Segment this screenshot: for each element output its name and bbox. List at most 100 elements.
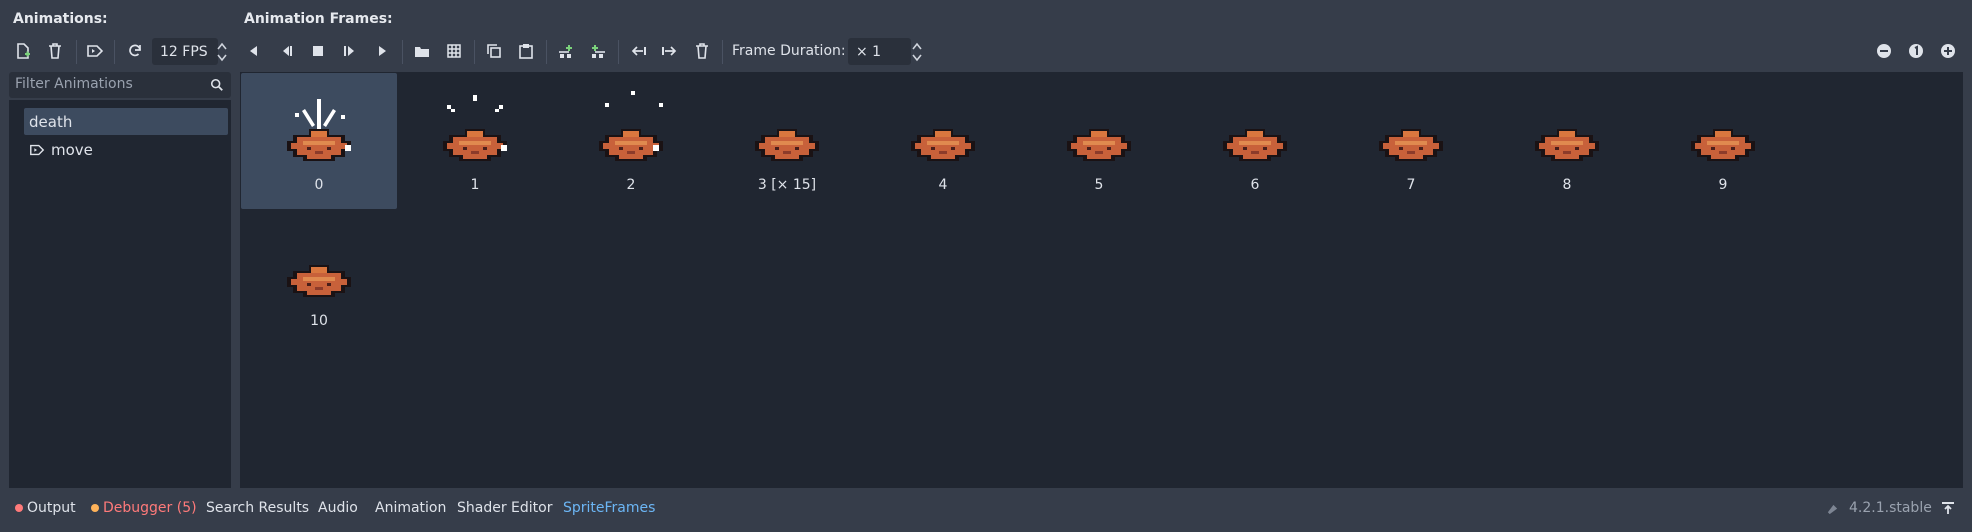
loop-icon	[129, 44, 141, 57]
fps-stepper-arrows[interactable]	[216, 40, 228, 64]
play-icon	[379, 46, 386, 56]
play-backwards-from-end-button[interactable]	[273, 38, 299, 64]
frame-sprite	[287, 99, 351, 161]
load-frames-button[interactable]	[409, 38, 435, 64]
play-from-start-icon	[344, 46, 354, 56]
animation-item-label: death	[29, 112, 73, 131]
frame-1[interactable]: 1	[397, 73, 553, 209]
folder-icon	[415, 47, 429, 57]
frame-sprite	[1691, 129, 1755, 161]
play-from-start-button[interactable]	[337, 38, 363, 64]
zoom-reset-icon	[1909, 44, 1923, 58]
filter-animations-input[interactable]	[9, 72, 211, 96]
frame-sprite	[443, 95, 507, 161]
frame-sprite	[287, 265, 351, 297]
arrow-left-icon	[631, 46, 646, 56]
tag-play-icon	[87, 45, 104, 57]
frame-5[interactable]: 5	[1021, 73, 1177, 209]
copy-icon	[487, 44, 501, 58]
frame-6[interactable]: 6	[1177, 73, 1333, 209]
animation-frames-title: Animation Frames:	[244, 11, 393, 27]
frame-label: 8	[1562, 177, 1572, 193]
play-button[interactable]	[369, 38, 395, 64]
autoplay-button[interactable]	[82, 38, 108, 64]
insert-after-button[interactable]	[585, 38, 611, 64]
new-file-icon	[17, 43, 30, 59]
frame-sprite	[1223, 129, 1287, 161]
frame-label: 4	[938, 177, 948, 193]
autoplay-tag-icon	[30, 144, 45, 155]
tab-animation[interactable]: Animation	[375, 500, 446, 516]
frame-4[interactable]: 4	[865, 73, 1021, 209]
frame-duration-label: Frame Duration:	[732, 43, 846, 59]
updown-arrows-icon	[912, 42, 922, 62]
tab-output-label: Output	[27, 500, 76, 516]
expand-panel-icon	[1942, 502, 1954, 514]
frame-sprite	[1067, 129, 1131, 161]
frame-duration-spinbox[interactable]: × 1	[848, 38, 911, 65]
delete-frame-button[interactable]	[689, 38, 715, 64]
stop-icon	[313, 46, 323, 56]
frame-sprite	[755, 129, 819, 161]
tab-debugger[interactable]: Debugger (5)	[91, 500, 197, 516]
frame-sprite	[1379, 129, 1443, 161]
zoom-out-icon	[1877, 44, 1891, 58]
animations-title: Animations:	[13, 11, 108, 27]
tab-audio[interactable]: Audio	[318, 500, 358, 516]
zoom-reset-button[interactable]	[1903, 38, 1929, 64]
paste-icon	[519, 44, 533, 59]
insert-before-icon	[559, 45, 572, 58]
play-backwards-from-end-icon	[283, 46, 292, 56]
move-left-button[interactable]	[625, 38, 651, 64]
stop-button[interactable]	[305, 38, 331, 64]
insert-after-icon	[592, 45, 605, 58]
search-icon	[210, 78, 223, 91]
frame-3[interactable]: 3 [× 15]	[709, 73, 865, 209]
expand-bottom-panel-button[interactable]	[1940, 500, 1956, 520]
animation-item-death[interactable]: death	[24, 108, 228, 135]
warning-dot-icon	[91, 504, 99, 512]
frame-label: 6	[1250, 177, 1260, 193]
animation-item-label: move	[51, 140, 93, 159]
tab-search-results[interactable]: Search Results	[206, 500, 309, 516]
tab-shader-editor[interactable]: Shader Editor	[457, 500, 552, 516]
frame-sprite	[911, 129, 975, 161]
delete-animation-button[interactable]	[42, 38, 68, 64]
trash-icon	[696, 43, 708, 59]
frame-9[interactable]: 9	[1645, 73, 1801, 209]
loop-button[interactable]	[122, 38, 148, 64]
zoom-in-icon	[1941, 44, 1955, 58]
copy-frame-button[interactable]	[481, 38, 507, 64]
frame-0[interactable]: 0	[241, 73, 397, 209]
version-label: 4.2.1.stable	[1849, 500, 1932, 516]
move-right-button[interactable]	[657, 38, 683, 64]
fps-spinbox[interactable]: 12 FPS	[152, 38, 218, 65]
add-animation-button[interactable]	[10, 38, 36, 64]
paste-frame-button[interactable]	[513, 38, 539, 64]
frame-label: 5	[1094, 177, 1104, 193]
arrow-right-icon	[662, 46, 677, 56]
trash-icon	[49, 43, 61, 59]
play-backwards-icon	[250, 46, 257, 56]
load-spritesheet-button[interactable]	[441, 38, 467, 64]
frame-label: 1	[470, 177, 480, 193]
grid-icon	[447, 44, 461, 58]
play-backwards-button[interactable]	[241, 38, 267, 64]
frame-label: 9	[1718, 177, 1728, 193]
frame-duration-stepper-arrows[interactable]	[911, 40, 923, 64]
filter-animations-field[interactable]	[9, 72, 231, 98]
tab-spriteframes[interactable]: SpriteFrames	[563, 500, 655, 516]
frame-2[interactable]: 2	[553, 73, 709, 209]
frame-8[interactable]: 8	[1489, 73, 1645, 209]
zoom-in-button[interactable]	[1935, 38, 1961, 64]
animation-item-move[interactable]: move	[24, 136, 228, 163]
insert-before-button[interactable]	[553, 38, 579, 64]
zoom-out-button[interactable]	[1871, 38, 1897, 64]
update-spinner-icon[interactable]	[1826, 502, 1839, 520]
tab-output[interactable]: Output	[15, 500, 76, 516]
updown-arrows-icon	[217, 42, 227, 62]
frame-10[interactable]: 10	[241, 209, 397, 345]
frame-sprite	[1535, 129, 1599, 161]
frame-label: 10	[310, 313, 328, 329]
frame-7[interactable]: 7	[1333, 73, 1489, 209]
